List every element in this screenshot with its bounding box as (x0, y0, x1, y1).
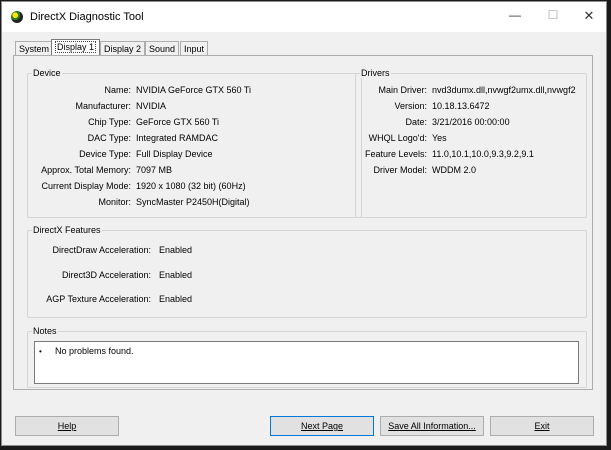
note-item: No problems found. (55, 346, 134, 356)
device-group: Device Name: NVIDIA GeForce GTX 560 Ti M… (27, 68, 362, 218)
manufacturer-value: NVIDIA (136, 101, 167, 111)
tab-display-1[interactable]: Display 1 (51, 39, 101, 56)
directx-features-group: DirectX Features DirectDraw Acceleration… (27, 225, 587, 318)
device-name-label: Name: (104, 85, 131, 95)
tab-label: System (19, 44, 50, 54)
dac-type-value: Integrated RAMDAC (136, 133, 219, 143)
tab-display-2[interactable]: Display 2 (100, 41, 146, 55)
version-value: 10.18.13.6472 (432, 101, 490, 111)
title-bar[interactable]: DirectX Diagnostic Tool — ☐ ✕ (2, 2, 606, 32)
agp-label: AGP Texture Acceleration: (46, 294, 151, 304)
help-button[interactable]: Help (15, 416, 119, 436)
feature-levels-value: 11.0,10.1,10.0,9.3,9.2,9.1 (432, 149, 534, 159)
notes-group-title: Notes (32, 326, 58, 336)
date-label: Date: (405, 117, 427, 127)
monitor-label: Monitor: (98, 197, 131, 207)
tab-system[interactable]: System (15, 41, 54, 55)
notes-group: Notes • No problems found. (27, 326, 587, 388)
display-mode-value: 1920 x 1080 (32 bit) (60Hz) (136, 181, 246, 191)
agp-value: Enabled (159, 294, 193, 304)
help-button-label: Help (57, 421, 77, 431)
exit-button[interactable]: Exit (490, 416, 594, 436)
directdraw-label: DirectDraw Acceleration: (52, 245, 151, 255)
feature-levels-label: Feature Levels: (364, 149, 427, 159)
directdraw-value: Enabled (159, 245, 193, 255)
drivers-group: Drivers Main Driver: nvd3dumx.dll,nvwgf2… (355, 68, 587, 218)
window-title: DirectX Diagnostic Tool (30, 11, 144, 23)
display-mode-label: Current Display Mode: (41, 181, 131, 191)
whql-label: WHQL Logo'd: (368, 133, 427, 143)
maximize-button[interactable]: ☐ (539, 8, 567, 26)
dac-type-label: DAC Type: (87, 133, 131, 143)
device-name-value: NVIDIA GeForce GTX 560 Ti (136, 85, 252, 95)
minimize-button[interactable]: — (501, 8, 529, 26)
drivers-group-title: Drivers (360, 68, 391, 78)
device-type-label: Device Type: (79, 149, 131, 159)
tab-label: Display 2 (104, 44, 142, 54)
device-type-value: Full Display Device (136, 149, 213, 159)
direct3d-value: Enabled (159, 270, 193, 280)
driver-model-label: Driver Model: (373, 165, 427, 175)
tab-sound[interactable]: Sound (145, 41, 180, 55)
exit-label: Exit (534, 421, 550, 431)
features-group-title: DirectX Features (32, 225, 102, 235)
chip-type-label: Chip Type: (88, 117, 131, 127)
direct3d-label: Direct3D Acceleration: (61, 270, 151, 280)
tab-label: Display 1 (55, 41, 97, 53)
chip-type-value: GeForce GTX 560 Ti (136, 117, 220, 127)
tab-label: Sound (149, 44, 176, 54)
save-all-label: Save All Information... (388, 421, 476, 431)
notes-textbox[interactable]: • No problems found. (34, 341, 579, 384)
manufacturer-label: Manufacturer: (75, 101, 131, 111)
dxdiag-app-icon (11, 11, 23, 23)
notes-bullet: • (39, 347, 42, 356)
next-page-button[interactable]: Next Page (270, 416, 374, 436)
main-driver-label: Main Driver: (378, 85, 427, 95)
main-driver-value: nvd3dumx.dll,nvwgf2umx.dll,nvwgf2 (432, 85, 576, 95)
version-label: Version: (394, 101, 427, 111)
device-group-title: Device (32, 68, 62, 78)
whql-value: Yes (432, 133, 447, 143)
monitor-value: SyncMaster P2450H(Digital) (136, 197, 250, 207)
date-value: 3/21/2016 00:00:00 (432, 117, 510, 127)
close-button[interactable]: ✕ (575, 8, 603, 26)
save-all-information-button[interactable]: Save All Information... (380, 416, 484, 436)
tab-label: Input (184, 44, 205, 54)
driver-model-value: WDDM 2.0 (432, 165, 477, 175)
memory-label: Approx. Total Memory: (41, 165, 131, 175)
display-panel: Device Name: NVIDIA GeForce GTX 560 Ti M… (13, 55, 593, 390)
tab-input[interactable]: Input (180, 41, 209, 55)
next-page-label: Next Page (300, 421, 344, 431)
memory-value: 7097 MB (136, 165, 173, 175)
